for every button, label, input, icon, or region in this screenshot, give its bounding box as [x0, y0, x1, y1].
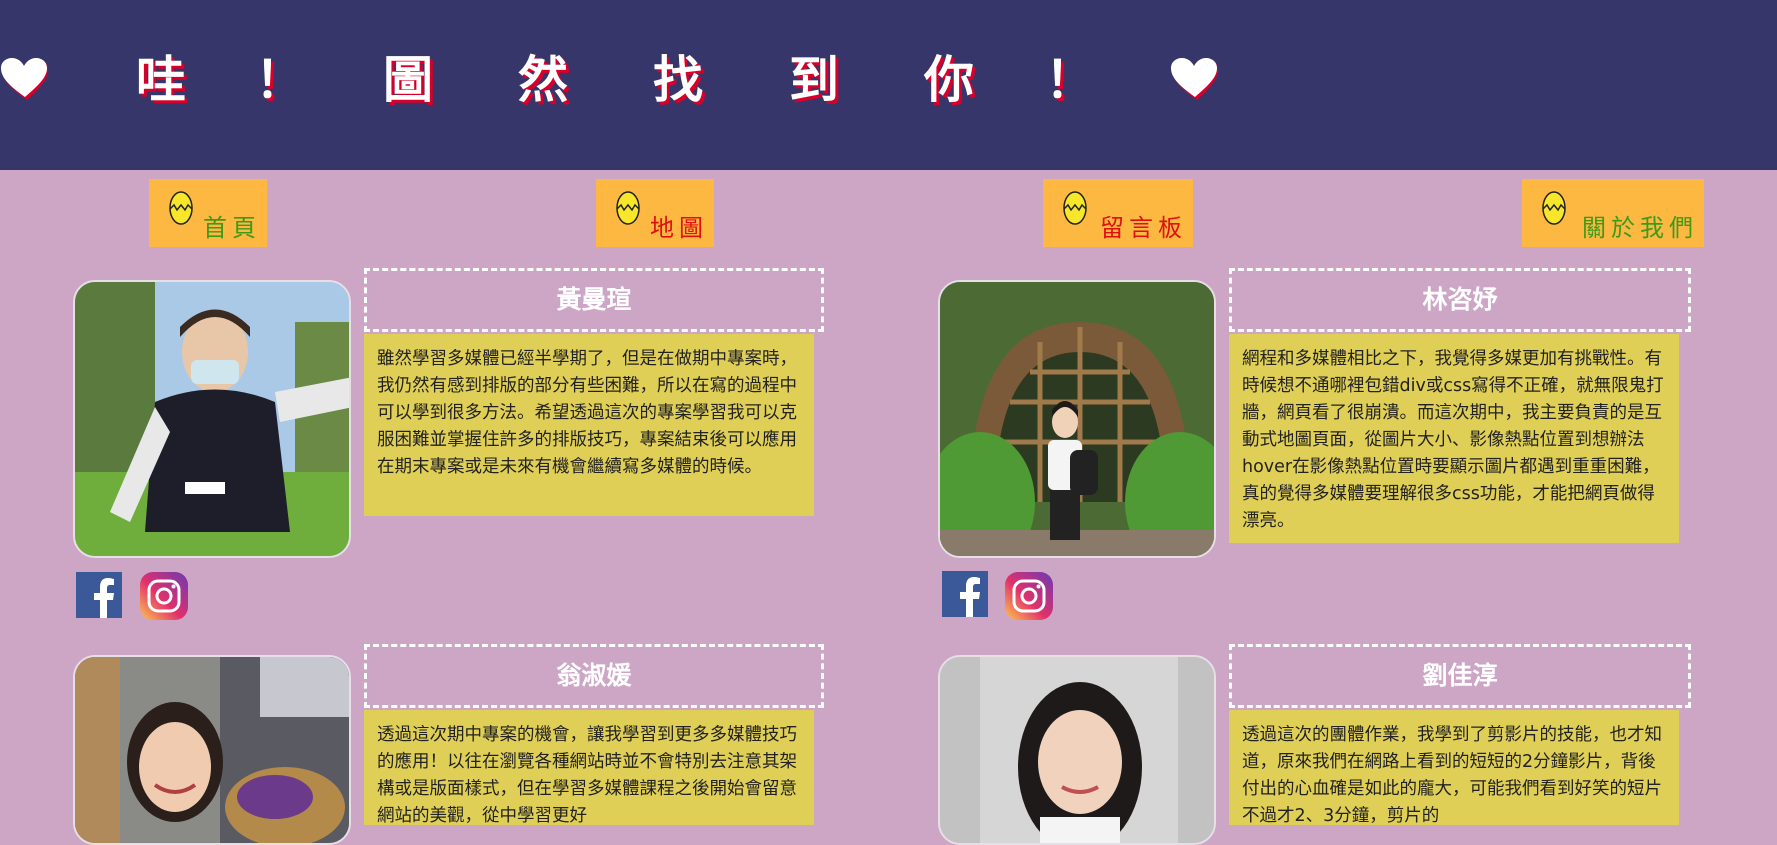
member-name: 劉佳淳	[1422, 661, 1498, 690]
heart-icon	[1171, 58, 1218, 100]
egg-icon	[169, 191, 193, 225]
heart-icon	[1, 58, 48, 100]
member-description: 透過這次的團體作業，我學到了剪影片的技能，也才知道，原來我們在網路上看到的短短的…	[1229, 710, 1679, 825]
facebook-icon[interactable]	[942, 571, 988, 617]
member-photo	[938, 280, 1216, 558]
member-name-box: 翁淑媛	[364, 644, 824, 708]
nav-about-us[interactable]: 關於我們	[1522, 179, 1704, 247]
member-description: 網程和多媒體相比之下，我覺得多媒更加有挑戰性。有時候想不通哪裡包錯div或css…	[1229, 334, 1679, 543]
title-char-5: 找	[653, 51, 703, 109]
egg-icon	[1542, 191, 1566, 225]
member-description: 雖然學習多媒體已經半學期了，但是在做期中專案時，我仍然有感到排版的部分有些困難，…	[364, 334, 814, 516]
title-char-1: 哇	[136, 51, 186, 109]
title-char-4: 然	[518, 51, 568, 109]
member-description: 透過這次期中專案的機會，讓我學習到更多多媒體技巧的應用！以往在瀏覽各種網站時並不…	[364, 710, 814, 825]
title-char-6: 到	[789, 51, 839, 109]
member-name-box: 林咨妤	[1229, 268, 1691, 332]
nav-guestbook-label: 留言板	[1100, 214, 1187, 242]
member-name-box: 劉佳淳	[1229, 644, 1691, 708]
nav-map[interactable]: 地圖	[596, 179, 714, 247]
member-name: 翁淑媛	[556, 661, 632, 690]
member-photo	[938, 655, 1216, 845]
title-char-8: ！	[1045, 51, 1095, 109]
instagram-icon[interactable]	[139, 571, 189, 621]
member-name: 黃曼瑄	[556, 285, 632, 314]
nav-guestbook[interactable]: 留言板	[1043, 179, 1193, 247]
instagram-icon[interactable]	[1004, 571, 1054, 621]
facebook-icon[interactable]	[76, 572, 122, 618]
member-name: 林咨妤	[1422, 285, 1498, 314]
title-char-2: ！	[255, 51, 305, 109]
member-name-box: 黃曼瑄	[364, 268, 824, 332]
member-photo	[73, 280, 351, 558]
title-char-7: 你	[924, 51, 974, 109]
member-photo	[73, 655, 351, 845]
site-header: 哇 ！ 圖 然 找 到 你 ！	[0, 0, 1777, 170]
nav-home[interactable]: 首頁	[149, 179, 267, 247]
nav-about-us-label: 關於我們	[1582, 214, 1698, 242]
nav-map-label: 地圖	[650, 214, 708, 242]
nav-home-label: 首頁	[203, 214, 261, 242]
title-char-3: 圖	[383, 51, 433, 109]
egg-icon	[1063, 191, 1087, 225]
egg-icon	[616, 191, 640, 225]
